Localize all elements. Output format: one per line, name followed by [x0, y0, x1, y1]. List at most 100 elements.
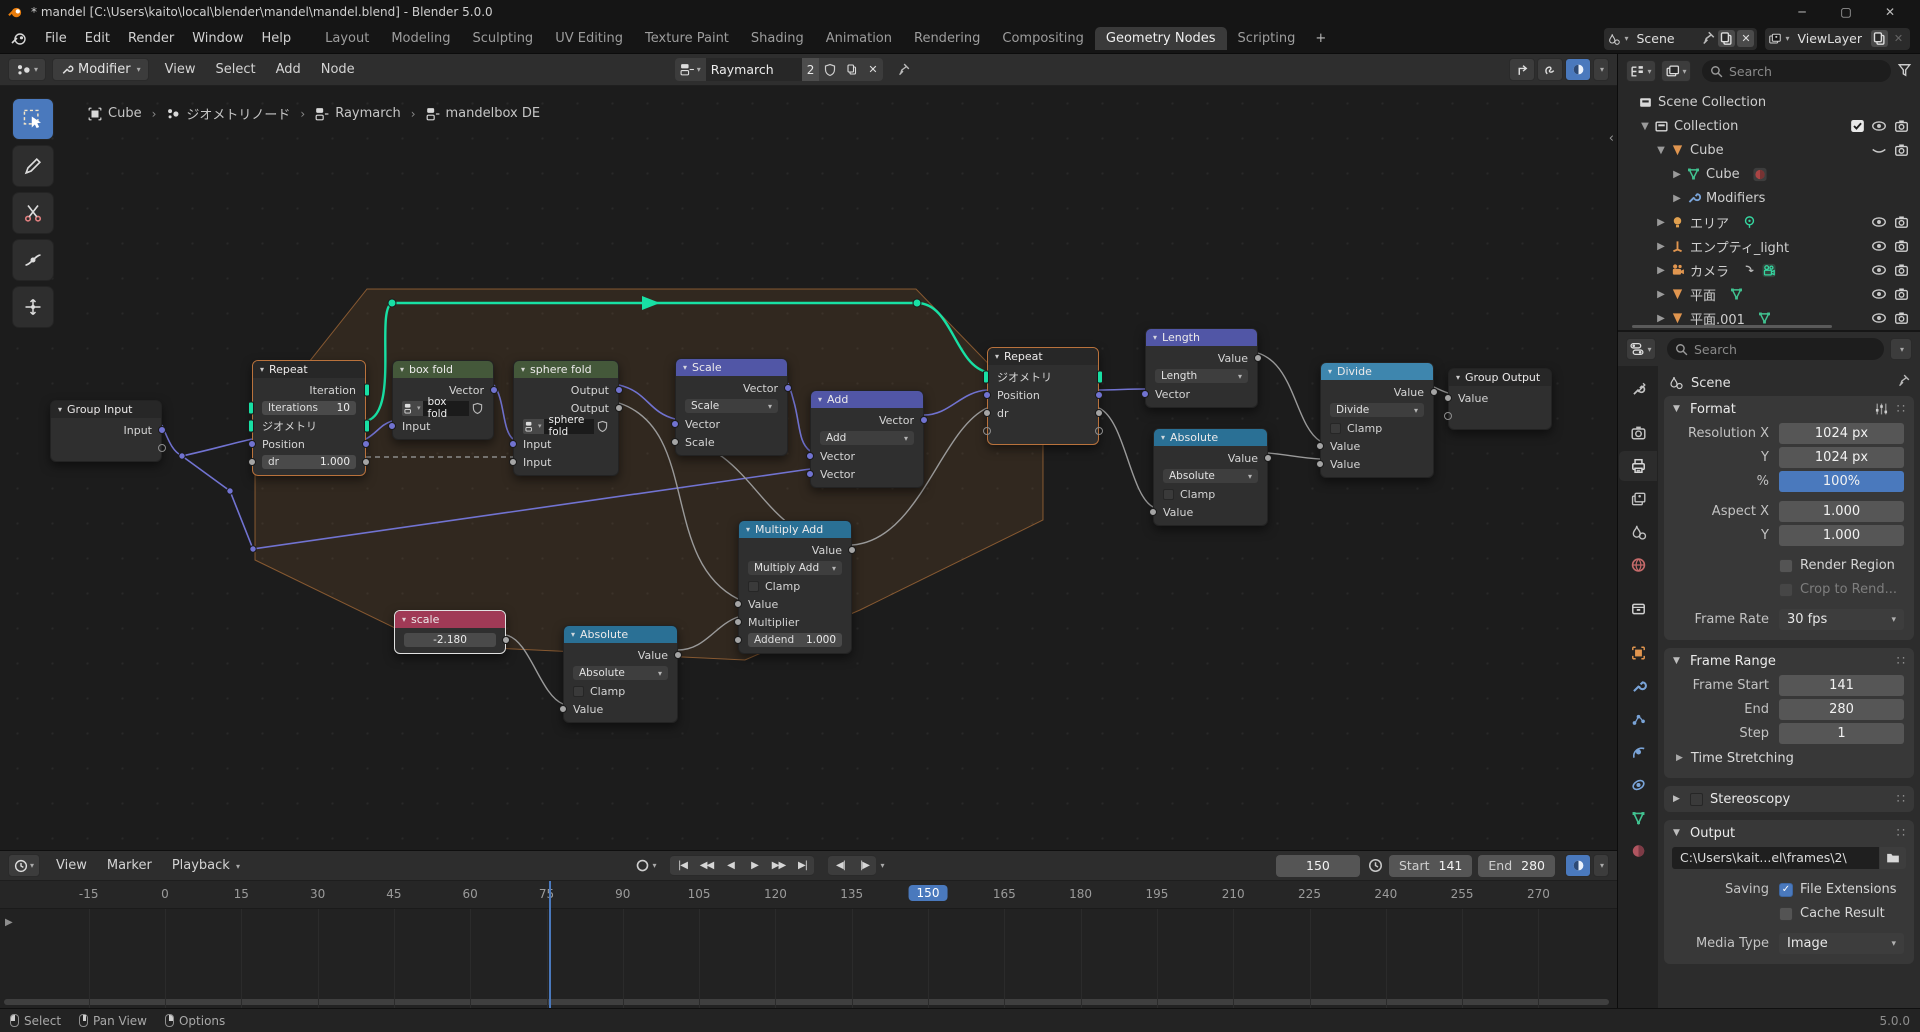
- mesh-data-icon[interactable]: [1728, 286, 1744, 302]
- collapse-chevron-icon[interactable]: ▾: [260, 365, 264, 374]
- value-socket[interactable]: [1316, 442, 1324, 450]
- node-vector-math-scale[interactable]: ▾ScaleVectorScale▾VectorScale: [675, 358, 788, 456]
- collapse-chevron-icon[interactable]: ▾: [1153, 333, 1157, 342]
- resolution-y-field[interactable]: 1024 px: [1779, 447, 1904, 468]
- node-group-name[interactable]: box fold: [423, 401, 469, 416]
- snapping-toggle-button[interactable]: [1537, 58, 1563, 81]
- operation-dropdown[interactable]: Add▾: [820, 431, 914, 445]
- node-header[interactable]: ▾Group Input: [51, 401, 161, 418]
- properties-tab-collection[interactable]: [1621, 594, 1655, 624]
- frame-rate-dropdown[interactable]: 30 fps▾: [1779, 609, 1904, 630]
- node-header[interactable]: ▾box fold: [393, 361, 493, 378]
- operation-dropdown[interactable]: Absolute▾: [573, 666, 668, 680]
- outliner-filter-images-button[interactable]: ▾: [1661, 60, 1691, 82]
- collapse-chevron-icon[interactable]: ▶: [1654, 289, 1668, 300]
- light-data-icon[interactable]: [1741, 214, 1757, 230]
- eye-icon[interactable]: [1871, 118, 1887, 134]
- pin-node-group-icon[interactable]: [893, 63, 913, 77]
- node-group-output[interactable]: ▾Group OutputValue: [1448, 368, 1552, 430]
- node-header[interactable]: ▾Divide: [1321, 363, 1433, 380]
- expand-chevron-icon[interactable]: ▼: [1638, 121, 1652, 132]
- jump-chevron-icon[interactable]: ▾: [880, 861, 884, 870]
- mode-dropdown[interactable]: Modifier ▾: [52, 58, 149, 81]
- vector-socket[interactable]: [490, 386, 498, 394]
- properties-editor-type-button[interactable]: ▾: [1626, 338, 1656, 360]
- node-menu-add[interactable]: Add: [266, 59, 311, 80]
- node-math-multiply-add[interactable]: ▾Multiply AddValueMultiply Add▾ClampValu…: [738, 520, 852, 654]
- properties-pin-icon[interactable]: [1896, 374, 1910, 392]
- node-repeat-output[interactable]: ▾RepeatジオメトリPositiondr: [987, 347, 1099, 445]
- timeline-ruler[interactable]: -150153045607590105120135150165180195210…: [0, 881, 1617, 909]
- next-frame-button[interactable]: |▶: [852, 855, 876, 876]
- outliner-row[interactable]: ▶Modifiers: [1618, 186, 1920, 210]
- maximize-button[interactable]: ▢: [1824, 0, 1868, 24]
- node-repeat-input[interactable]: ▾RepeatIterationIterations10ジオメトリPositio…: [252, 360, 366, 476]
- outliner-row[interactable]: Scene Collection: [1618, 90, 1920, 114]
- workspace-tab-layout[interactable]: Layout: [314, 27, 380, 50]
- workspace-tab-sculpting[interactable]: Sculpting: [461, 27, 544, 50]
- vector-socket[interactable]: [806, 470, 814, 478]
- value-socket[interactable]: [734, 636, 742, 644]
- node-header[interactable]: ▾Absolute: [564, 626, 677, 643]
- value-socket[interactable]: [1149, 508, 1157, 516]
- render-region-checkbox[interactable]: Render Region: [1779, 558, 1904, 573]
- workspace-tab-texture-paint[interactable]: Texture Paint: [634, 27, 740, 50]
- outliner-row[interactable]: ▶エリア: [1618, 210, 1920, 234]
- collapse-chevron-icon[interactable]: ▾: [818, 395, 822, 404]
- cam-icon[interactable]: [1893, 214, 1909, 230]
- fake-user-shield-icon[interactable]: [597, 420, 609, 433]
- properties-tab-data[interactable]: [1621, 803, 1655, 833]
- workspace-tab-rendering[interactable]: Rendering: [903, 27, 991, 50]
- frame-start-field[interactable]: 141: [1779, 675, 1904, 696]
- node-group-name[interactable]: Raymarch: [706, 58, 802, 81]
- geometry-socket[interactable]: [1097, 371, 1103, 384]
- value-socket[interactable]: [848, 546, 856, 554]
- properties-tab-tool[interactable]: [1621, 374, 1655, 404]
- jump-to-end-button[interactable]: ▶|: [790, 855, 814, 876]
- resolution-x-field[interactable]: 1024 px: [1779, 423, 1904, 444]
- collapse-chevron-icon[interactable]: ▾: [995, 352, 999, 361]
- frame-end-field[interactable]: 280: [1779, 699, 1904, 720]
- collapse-chevron-icon[interactable]: ▾: [402, 615, 406, 624]
- pin-icon[interactable]: [1699, 30, 1716, 47]
- media-type-dropdown[interactable]: Image▾: [1779, 933, 1904, 954]
- value-socket[interactable]: [734, 618, 742, 626]
- blender-menu-icon[interactable]: [10, 31, 28, 47]
- outliner-row[interactable]: ▶Cube: [1618, 162, 1920, 186]
- eye-icon[interactable]: [1871, 214, 1887, 230]
- delete-scene-icon[interactable]: ✕: [1737, 30, 1754, 47]
- value-socket[interactable]: [509, 458, 517, 466]
- outliner-scrollbar[interactable]: [1632, 325, 1832, 328]
- properties-search-input[interactable]: Search: [1667, 338, 1884, 360]
- node-header[interactable]: ▾scale: [395, 611, 505, 628]
- collapse-chevron-icon[interactable]: ▾: [746, 525, 750, 534]
- operation-dropdown[interactable]: Divide▾: [1330, 403, 1424, 417]
- clamp-checkbox[interactable]: [748, 581, 759, 592]
- fake-user-shield-icon[interactable]: [472, 402, 484, 415]
- node-math-divide[interactable]: ▾DivideValueDivide▾ClampValueValue: [1320, 362, 1434, 478]
- geometry-socket[interactable]: [248, 402, 254, 415]
- menu-help[interactable]: Help: [253, 28, 301, 49]
- cam-icon[interactable]: [1893, 238, 1909, 254]
- collapse-chevron-icon[interactable]: ▶: [1670, 169, 1684, 180]
- node-editor-canvas[interactable]: Cube›ジオメトリノード›Raymarch›mandelbox DE ‹ ▾G…: [0, 86, 1617, 850]
- reroute-node[interactable]: [913, 299, 921, 307]
- workspace-tab-uv-editing[interactable]: UV Editing: [544, 27, 634, 50]
- node-menu-node[interactable]: Node: [311, 59, 365, 80]
- overlays-toggle-button[interactable]: [1565, 58, 1591, 81]
- clamp-checkbox[interactable]: [1163, 489, 1174, 500]
- file-extensions-checkbox[interactable]: ✓File Extensions: [1779, 882, 1904, 897]
- workspace-tab-scripting[interactable]: Scripting: [1227, 27, 1307, 50]
- eye-icon[interactable]: [1871, 286, 1887, 302]
- close-button[interactable]: ✕: [1868, 0, 1912, 24]
- output-path-field[interactable]: C:\Users\kait...el\frames\2\: [1672, 847, 1879, 869]
- breadcrumb-item[interactable]: Cube: [108, 106, 142, 121]
- vector-socket[interactable]: [671, 420, 679, 428]
- reroute-node[interactable]: [227, 488, 233, 494]
- start-frame-field[interactable]: Start141: [1389, 855, 1472, 877]
- cam-icon[interactable]: [1893, 142, 1909, 158]
- extend-socket[interactable]: [1095, 427, 1103, 435]
- value-socket[interactable]: [248, 458, 256, 466]
- output-panel-header[interactable]: ▼Output ∷: [1664, 820, 1914, 846]
- operation-dropdown[interactable]: Length▾: [1155, 369, 1248, 383]
